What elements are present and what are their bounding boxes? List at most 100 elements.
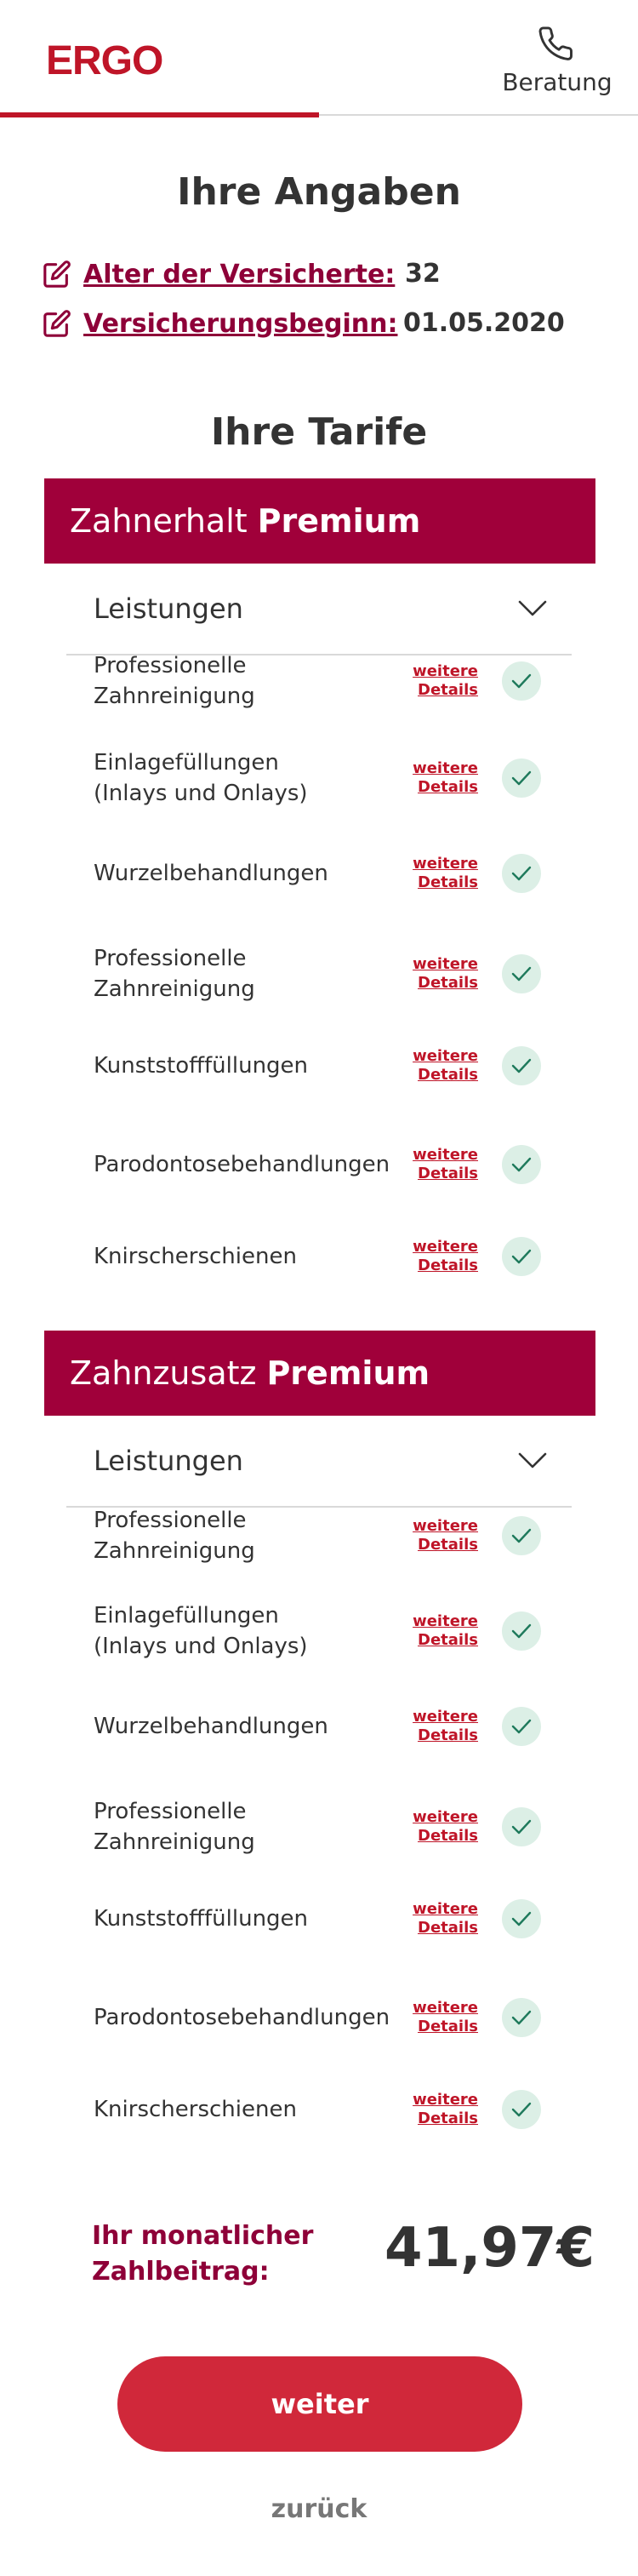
weitere-details-link[interactable]: weitere Details [405,1238,478,1275]
weitere-details-link[interactable]: weitere Details [405,1708,478,1745]
benefit-name: Wurzelbehandlungen [94,861,328,886]
leistungen-toggle[interactable]: Leistungen [66,564,572,655]
check-icon [502,1145,541,1184]
weitere-details-link[interactable]: weitere Details [405,1808,478,1846]
details-line: weitere [413,759,478,777]
ergo-logo[interactable]: ERGO [46,37,163,84]
weitere-details-link[interactable]: weitere Details [405,1517,478,1554]
weiter-button[interactable]: weiter [117,2356,522,2452]
tarif-name: Zahnerhalt [70,502,248,540]
versicherungsbeginn-link[interactable]: Versicherungsbeginn: [83,309,397,339]
benefit-row: Knirscherschienen weitere Details [94,2090,544,2129]
details-line: Details [418,681,478,699]
details-line: Details [418,2109,478,2127]
tarif-tier: Premium [266,1354,430,1392]
details-line: Details [418,1919,478,1937]
details-line: weitere [413,1999,478,2017]
details-line: weitere [413,955,478,973]
benefit-name: Professionelle Zahnreinigung [94,946,255,1002]
monthly-price: 41,97€ [385,2217,595,2280]
tarif-name: Zahnzusatz [70,1354,257,1392]
tarif-tier: Premium [257,502,421,540]
beratung-label: Beratung [502,68,612,96]
benefit-row: Kunststofffüllungen weitere Details [94,1899,544,1938]
details-line: weitere [413,855,478,873]
details-line: Details [418,1536,478,1554]
details-line: Details [418,1726,478,1744]
weitere-details-link[interactable]: weitere Details [405,1999,478,2036]
leistungen-label: Leistungen [94,592,243,625]
benefit-name: Knirscherschienen [94,1244,297,1269]
details-line: weitere [413,1900,478,1918]
zurueck-link[interactable]: zurück [0,2494,638,2524]
benefit-row: Professionelle Zahnreinigung weitere Detai… [94,1508,544,1564]
benefit-row: Kunststofffüllungen weitere Details [94,1046,544,1085]
angaben-title: Ihre Angaben [177,170,461,214]
details-line: weitere [413,1612,478,1630]
benefit-name: Parodontosebehandlungen [94,2005,390,2030]
benefit-name: Knirscherschienen [94,2097,297,2122]
benefit-name: Wurzelbehandlungen [94,1714,328,1739]
weitere-details-link[interactable]: weitere Details [405,662,478,700]
alter-link[interactable]: Alter der Versicherte: [83,260,395,289]
details-line: Details [418,1257,478,1274]
benefit-row: Professionelle Zahnreinigung weitere Detai… [94,946,544,1002]
benefit-name: Professionelle Zahnreinigung [94,1799,255,1855]
benefit-name: Einlagefüllungen (Inlays und Onlays) [94,1603,308,1659]
tarif-header-zahnzusatz: Zahnzusatz Premium [44,1331,595,1416]
price-label: Ihr monatlicher Zahlbeitrag: [92,2221,314,2287]
edit-icon [43,310,71,337]
tarif-header-zahnerhalt: Zahnerhalt Premium [44,478,595,564]
weitere-details-link[interactable]: weitere Details [405,2091,478,2128]
versicherungsbeginn-value: 01.05.2020 [403,308,565,338]
beratung-button[interactable]: Beratung [502,26,612,102]
details-line: weitere [413,1708,478,1726]
details-line: Details [418,1165,478,1182]
check-icon [502,954,541,993]
alter-value: 32 [405,259,441,289]
details-line: Details [418,778,478,796]
benefit-row: Wurzelbehandlungen weitere Details [94,1707,544,1746]
weitere-details-link[interactable]: weitere Details [405,855,478,892]
angaben-row-alter[interactable]: Alter der Versicherte: [43,255,395,293]
check-icon [502,1237,541,1276]
benefit-row: Einlagefüllungen (Inlays und Onlays) weit… [94,747,544,809]
benefit-row: Parodontosebehandlungen weitere Details [94,1998,544,2037]
weitere-details-link[interactable]: weitere Details [405,1900,478,1938]
details-line: weitere [413,2091,478,2109]
weitere-details-link[interactable]: weitere Details [405,1612,478,1650]
benefit-name: Einlagefüllungen (Inlays und Onlays) [94,750,308,806]
benefit-row: Wurzelbehandlungen weitere Details [94,854,544,893]
chevron-down-icon [518,600,547,616]
edit-icon [43,260,71,288]
benefit-row: Einlagefüllungen (Inlays und Onlays) weit… [94,1600,544,1662]
details-line: Details [418,2018,478,2035]
check-icon [502,1611,541,1651]
tarife-title: Ihre Tarife [210,410,428,454]
check-icon [502,1707,541,1746]
check-icon [502,1807,541,1846]
details-line: weitere [413,1808,478,1826]
details-line: weitere [413,662,478,680]
phone-icon [538,26,572,60]
details-line: weitere [413,1517,478,1535]
benefit-name: Professionelle Zahnreinigung [94,1508,255,1564]
check-icon [502,854,541,893]
check-icon [502,1998,541,2037]
leistungen-toggle[interactable]: Leistungen [66,1416,572,1508]
weitere-details-link[interactable]: weitere Details [405,1146,478,1183]
weitere-details-link[interactable]: weitere Details [405,759,478,797]
check-icon [502,1046,541,1085]
benefit-row: Knirscherschienen weitere Details [94,1237,544,1276]
details-line: Details [418,873,478,891]
details-line: Details [418,1631,478,1649]
app-header: ERGO Beratung [0,0,638,117]
benefit-row: Professionelle Zahnreinigung weitere Detai… [94,1799,544,1855]
angaben-row-versicherungsbeginn[interactable]: Versicherungsbeginn: [43,305,397,342]
weitere-details-link[interactable]: weitere Details [405,955,478,993]
weitere-details-link[interactable]: weitere Details [405,1047,478,1085]
benefit-row: Professionelle Zahnreinigung weitere Detai… [94,653,544,709]
details-line: Details [418,1827,478,1845]
details-line: weitere [413,1146,478,1164]
benefit-name: Kunststofffüllungen [94,1053,309,1079]
